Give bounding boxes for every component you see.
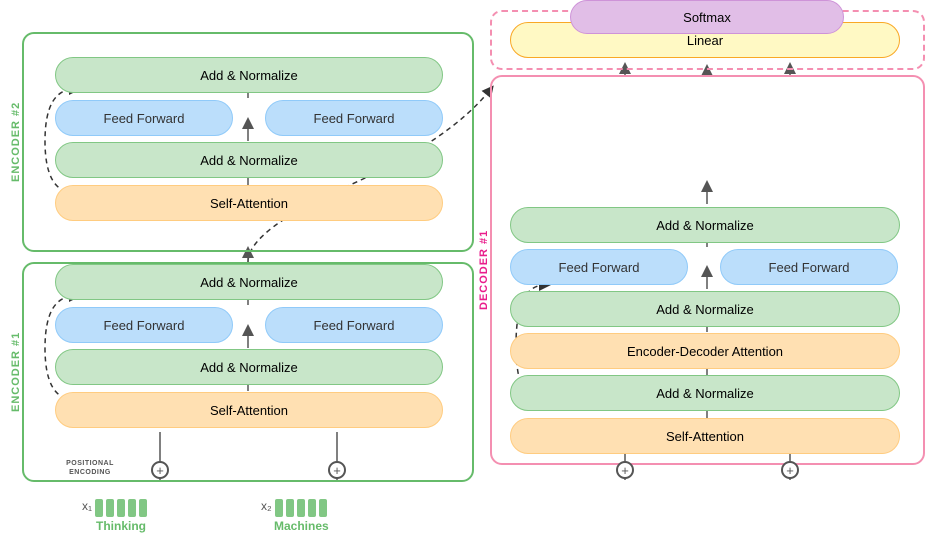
enc1-plus-2: + [328,461,346,479]
dec1-add-norm-1: Add & Normalize [510,375,900,411]
softmax-block: Softmax [570,0,844,34]
dec1-add-norm-2: Add & Normalize [510,291,900,327]
dec1-feed-forward-1: Feed Forward [510,249,688,285]
input-x1: Thinking [95,499,147,533]
encoder1-label: ENCODER #1 [6,262,26,482]
dec1-enc-dec-attention: Encoder-Decoder Attention [510,333,900,369]
dec1-feed-forward-2: Feed Forward [720,249,898,285]
positional-encoding-label: POSITIONALENCODING [30,458,150,476]
enc1-self-attention: Self-Attention [55,392,443,428]
dec1-plus-1: + [616,461,634,479]
transformer-diagram: ENCODER #1 Self-Attention Add & Normaliz… [0,0,935,531]
enc1-add-norm-1: Add & Normalize [55,349,443,385]
enc2-add-norm-1: Add & Normalize [55,142,443,178]
dec1-add-norm-3: Add & Normalize [510,207,900,243]
enc2-add-norm-2: Add & Normalize [55,57,443,93]
decoder1-label: DECODER #1 [474,75,494,465]
dec1-self-attention: Self-Attention [510,418,900,454]
dec1-plus-2: + [781,461,799,479]
input-x2: Machines [274,499,329,533]
enc1-add-norm-2: Add & Normalize [55,264,443,300]
x2-label: x₂ [261,499,272,513]
enc1-plus-1: + [151,461,169,479]
enc2-self-attention: Self-Attention [55,185,443,221]
enc1-feed-forward-1: Feed Forward [55,307,233,343]
enc2-feed-forward-2: Feed Forward [265,100,443,136]
encoder2-label: ENCODER #2 [6,32,26,252]
enc1-feed-forward-2: Feed Forward [265,307,443,343]
enc2-feed-forward-1: Feed Forward [55,100,233,136]
x1-label: x₁ [82,499,92,513]
